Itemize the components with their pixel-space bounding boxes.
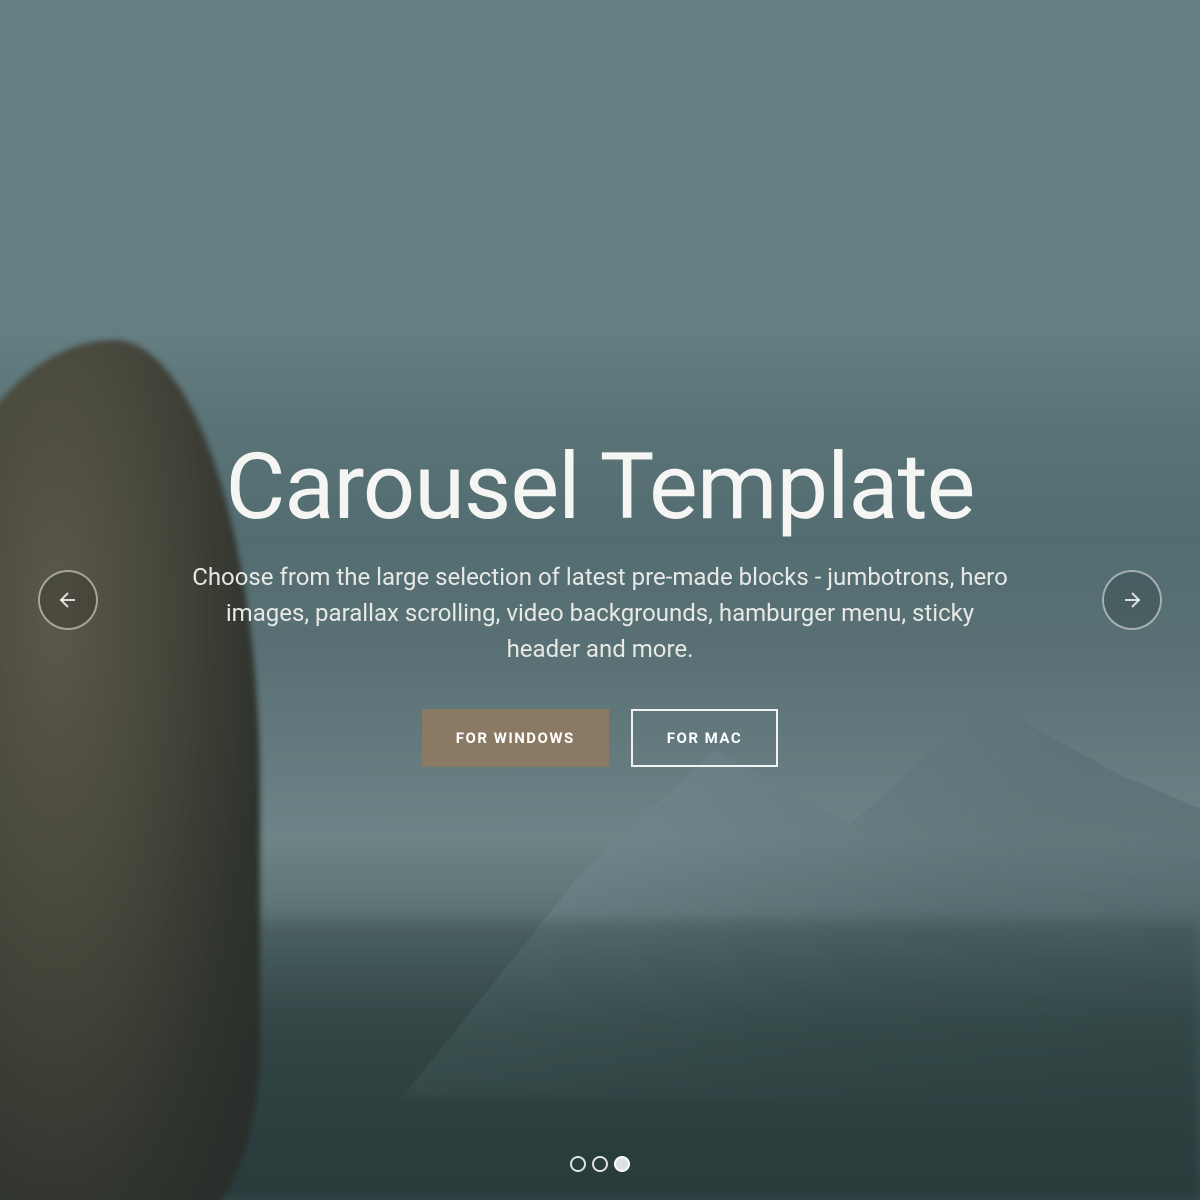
arrow-right-icon [1120, 588, 1144, 612]
cta-button-group: FOR WINDOWS FOR MAC [190, 709, 1010, 767]
carousel-indicator-0[interactable] [570, 1156, 586, 1172]
carousel-prev-button[interactable] [38, 570, 98, 630]
for-windows-button[interactable]: FOR WINDOWS [422, 709, 609, 767]
hero-content: Carousel Template Choose from the large … [150, 434, 1050, 767]
carousel-indicator-2[interactable] [614, 1156, 630, 1172]
for-mac-button[interactable]: FOR MAC [631, 709, 778, 767]
arrow-left-icon [56, 588, 80, 612]
carousel-indicator-1[interactable] [592, 1156, 608, 1172]
carousel-container: Carousel Template Choose from the large … [0, 0, 1200, 1200]
hero-subtitle: Choose from the large selection of lates… [190, 559, 1010, 667]
carousel-indicators [570, 1156, 630, 1172]
hero-title: Carousel Template [190, 434, 1010, 541]
carousel-next-button[interactable] [1102, 570, 1162, 630]
